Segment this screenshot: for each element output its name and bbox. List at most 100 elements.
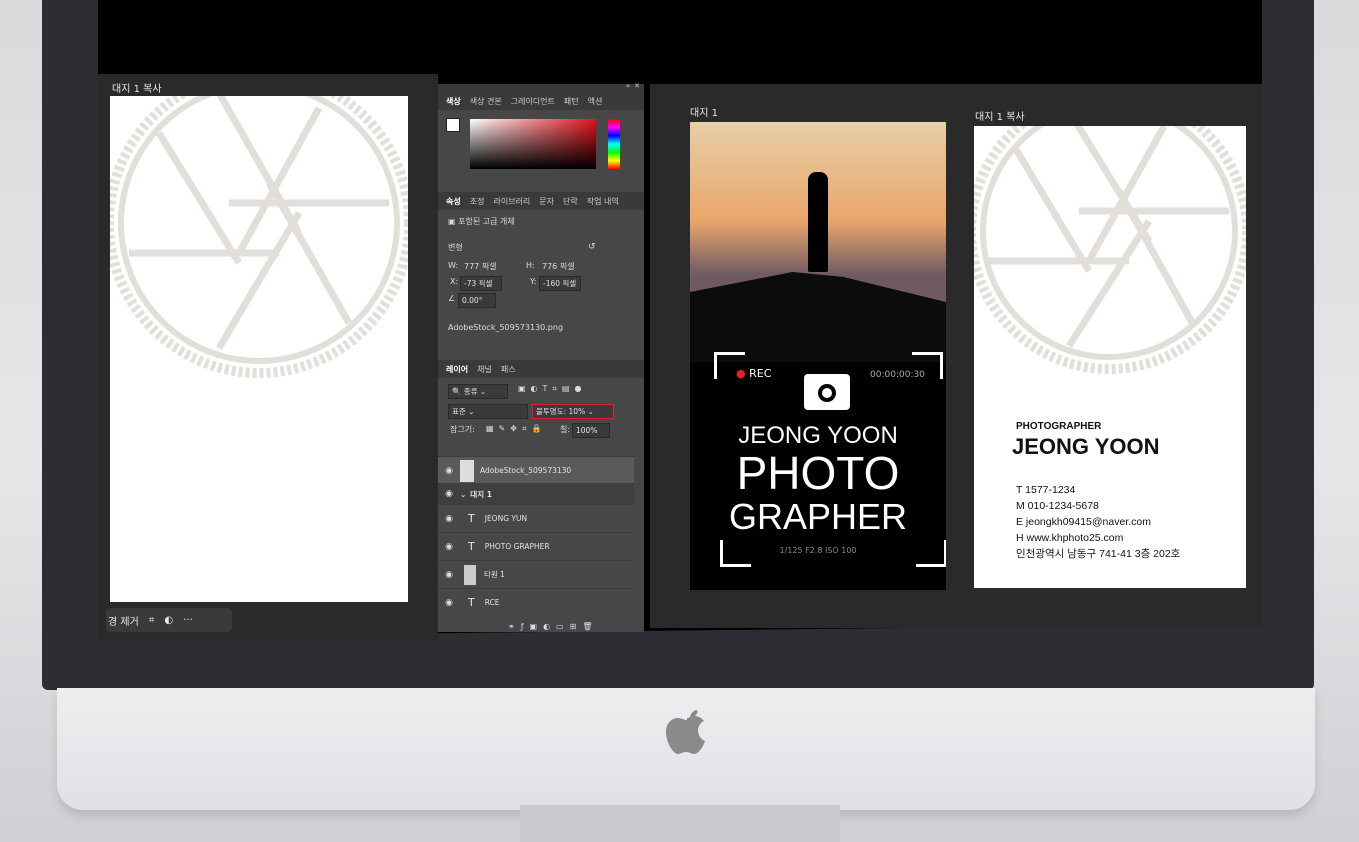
x-field[interactable]: -73 픽셀 <box>460 276 502 291</box>
layer-filter-select[interactable]: 🔍 종류 ⌄ <box>448 384 508 399</box>
text-layer-icon: T <box>468 540 475 553</box>
tab-patterns[interactable]: 패턴 <box>564 96 579 107</box>
reset-icon[interactable]: ↺ <box>588 242 596 252</box>
lock-label: 잠그기: <box>450 425 475 434</box>
crop-icon[interactable]: ⌗ <box>149 615 155 626</box>
layer-name: RCE <box>484 598 500 607</box>
card-mobile: M 010-1234-5678 <box>1016 500 1099 512</box>
tab-paragraph[interactable]: 단락 <box>563 196 578 207</box>
artboard1-title1: PHOTO <box>736 447 900 499</box>
layer-name: PHOTO GRAPHER <box>484 542 550 551</box>
card-contact: T 1577-1234 M 010-1234-5678 E jeongkh094… <box>1016 482 1180 562</box>
aperture-graphic <box>110 96 408 378</box>
hue-slider[interactable] <box>608 119 620 169</box>
filter-icons[interactable]: ▣◐T⌗▤● <box>518 384 586 394</box>
visibility-icon[interactable]: ◉ <box>438 542 460 552</box>
layer-name: JEONG YUN <box>484 514 528 523</box>
visibility-icon[interactable]: ◉ <box>438 570 460 580</box>
text-layer-icon: T <box>468 512 475 525</box>
h-label: H: <box>526 261 535 270</box>
x-label: X: <box>450 277 459 286</box>
layer-row[interactable]: ◉ 타원 1 <box>438 560 634 588</box>
aperture-graphic <box>974 126 1246 374</box>
visibility-icon[interactable]: ◉ <box>438 466 460 476</box>
apple-logo-icon <box>666 710 705 754</box>
layers-panel: 🔍 종류 ⌄ ▣◐T⌗▤● 표준 ⌄ 불투명도: 10% ⌄ 잠그기: ▦✎✥⌗… <box>438 378 644 638</box>
smart-object-icon: ▣ <box>448 217 459 226</box>
visibility-icon[interactable]: ◉ <box>438 514 460 524</box>
layers-tabs: 레이어 채널 패스 <box>438 360 644 378</box>
opacity-field[interactable]: 불투명도: 10% ⌄ <box>532 404 614 419</box>
angle-icon: ∠ <box>448 294 456 303</box>
artboard2[interactable]: PHOTOGRAPHER JEONG YOON T 1577-1234 M 01… <box>974 126 1246 588</box>
artboard2-label: 대지 1 복사 <box>975 112 1025 123</box>
layer-row[interactable]: ◉ T PHOTO GRAPHER <box>438 532 634 560</box>
layer-row[interactable]: ◉ T RCE <box>438 588 634 616</box>
artboard1-name: JEONG YOON <box>738 422 898 449</box>
monitor-stand <box>520 805 840 842</box>
w-label: W: <box>448 261 459 270</box>
tab-actions[interactable]: 액션 <box>588 96 603 107</box>
tab-channels[interactable]: 채널 <box>477 364 492 375</box>
tab-paths[interactable]: 패스 <box>501 364 516 375</box>
tab-color[interactable]: 색상 <box>446 96 461 107</box>
fill-label: 칠: <box>560 425 571 434</box>
tab-history[interactable]: 작업 내역 <box>587 196 619 207</box>
left-artboard[interactable] <box>110 96 408 602</box>
properties-tabs: 속성 조정 라이브러리 문자 단락 작업 내역 <box>438 192 644 210</box>
transform-heading: 변형 <box>448 243 463 252</box>
object-type-label: ▣ 포함된 고급 개체 <box>448 217 515 226</box>
text-layer-icon: T <box>468 596 475 609</box>
remove-bg-button[interactable]: 경 제거 <box>108 613 139 628</box>
card-phone: T 1577-1234 <box>1016 484 1076 496</box>
layer-group-row[interactable]: ◉ ⌄ 대지 1 <box>438 483 634 504</box>
right-workspace: 대지 1 ● REC 00:00:00:30 JEONG YOON PHOTO … <box>650 84 1262 628</box>
tab-swatches[interactable]: 색상 견본 <box>470 96 502 107</box>
card-email: E jeongkh09415@naver.com <box>1016 516 1151 528</box>
panel-topbar: « ✕ <box>438 82 644 92</box>
layer-thumbnail <box>464 564 476 585</box>
contextual-task-bar: 경 제거 ⌗ ◐ ··· <box>106 608 232 632</box>
artboard1-label: 대지 1 <box>690 108 718 119</box>
card-name: JEONG YOON <box>1012 434 1160 459</box>
close-icon[interactable]: ✕ <box>634 82 640 90</box>
left-artboard-label: 대지 1 복사 <box>112 84 162 95</box>
photoshop-panels: « ✕ 색상 색상 견본 그레이디언트 패턴 액션 속성 조정 라이브러리 문자… <box>437 82 644 632</box>
card-address: 인천광역시 남동구 741-41 3층 202호 <box>1016 548 1181 560</box>
camera-settings: 1/125 F2.8 ISO 100 <box>779 546 857 555</box>
adjust-icon[interactable]: ◐ <box>164 615 173 626</box>
more-button[interactable]: ··· <box>183 615 193 626</box>
card-homepage: H www.khphoto25.com <box>1016 532 1124 544</box>
y-label: Y: <box>530 277 537 286</box>
foreground-swatch[interactable] <box>446 118 460 132</box>
y-field[interactable]: -160 픽셀 <box>539 276 581 291</box>
layer-name: 대지 1 <box>470 489 492 499</box>
properties-panel: ▣ 포함된 고급 개체 변형 ↺ W: 777 픽셀 H: 776 픽셀 X: … <box>438 210 644 360</box>
photographer-silhouette <box>808 172 828 272</box>
timecode: 00:00:00:30 <box>870 370 925 380</box>
tab-properties[interactable]: 속성 <box>446 196 461 207</box>
visibility-icon[interactable]: ◉ <box>438 489 460 499</box>
layer-row[interactable]: ◉ T JEONG YUN <box>438 504 634 532</box>
angle-field[interactable]: 0.00° <box>458 293 496 308</box>
tab-character[interactable]: 문자 <box>539 196 554 207</box>
artboard1[interactable]: ● REC 00:00:00:30 JEONG YOON PHOTO GRAPH… <box>690 122 946 590</box>
w-value[interactable]: 777 픽셀 <box>464 261 497 272</box>
layer-actions[interactable]: ⚭ƒ▣◐▭⊞🗑 <box>508 622 598 631</box>
chevron-down-icon[interactable]: ⌄ <box>460 490 466 499</box>
layer-row[interactable]: ◉ AdobeStock_509573130 <box>438 456 634 484</box>
tab-adjustments[interactable]: 조정 <box>470 196 485 207</box>
color-panel-tabs: 색상 색상 견본 그레이디언트 패턴 액션 <box>438 92 644 110</box>
visibility-icon[interactable]: ◉ <box>438 598 460 608</box>
blend-mode-select[interactable]: 표준 ⌄ <box>448 404 528 419</box>
linked-filename: AdobeStock_509573130.png <box>448 323 564 332</box>
lock-icons[interactable]: ▦✎✥⌗🔒 <box>486 424 546 434</box>
tab-libraries[interactable]: 라이브러리 <box>493 196 530 207</box>
color-field[interactable] <box>470 119 596 169</box>
fill-field[interactable]: 100% <box>572 423 610 438</box>
collapse-icon[interactable]: « <box>626 82 630 90</box>
tab-layers[interactable]: 레이어 <box>446 364 468 375</box>
tab-gradients[interactable]: 그레이디언트 <box>511 96 555 107</box>
layer-thumbnail <box>460 459 474 482</box>
h-value[interactable]: 776 픽셀 <box>542 261 575 272</box>
